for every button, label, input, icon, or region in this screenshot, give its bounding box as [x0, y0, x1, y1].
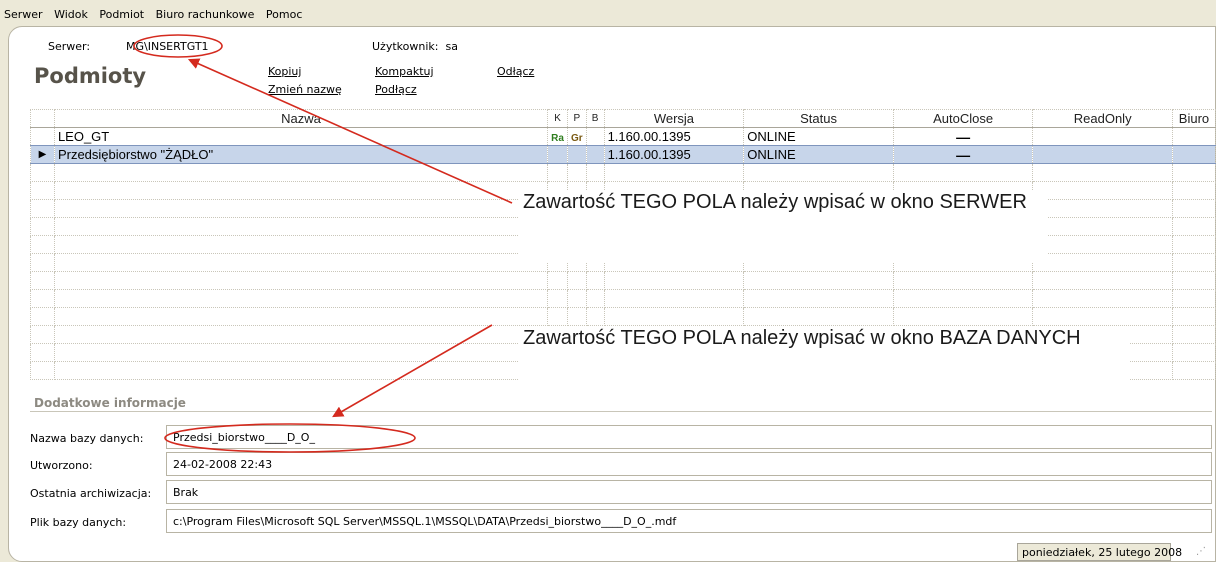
menu-podmiot[interactable]: Podmiot: [99, 8, 144, 21]
cell-autoclose: —: [892, 145, 1034, 164]
cell-p: [566, 145, 587, 164]
header-k[interactable]: K: [547, 109, 568, 128]
header-p[interactable]: P: [566, 109, 587, 128]
cell-nazwa: Przedsiębiorstwo "ŻĄDŁO": [53, 145, 549, 164]
cell-status: ONLINE: [743, 145, 894, 164]
plik-bazy-label: Plik bazy danych:: [30, 516, 127, 529]
user-value: sa: [445, 40, 458, 53]
zmien-nazwe-link[interactable]: Zmień nazwę: [268, 83, 342, 96]
row-indicator-arrow: ▶: [30, 145, 55, 164]
empty-row: [30, 289, 1216, 308]
table-row[interactable]: LEO_GT Ra Gr 1.160.00.1395 ONLINE —: [30, 127, 1216, 146]
utworzono-label: Utworzono:: [30, 459, 93, 472]
empty-row: [30, 163, 1216, 182]
header-b[interactable]: B: [585, 109, 605, 128]
cell-b: [585, 145, 605, 164]
kompaktuj-link[interactable]: Kompaktuj: [375, 65, 434, 78]
server-label: Serwer:: [48, 40, 91, 53]
utworzono-field[interactable]: 24-02-2008 22:43: [166, 452, 1212, 476]
menu-biuro[interactable]: Biuro rachunkowe: [156, 8, 255, 21]
header-autoclose[interactable]: AutoClose: [892, 109, 1034, 128]
empty-row: [30, 271, 1216, 290]
archiwizacja-field[interactable]: Brak: [166, 480, 1212, 504]
header-status[interactable]: Status: [743, 109, 894, 128]
cell-biuro: [1171, 127, 1216, 146]
cell-readonly: [1032, 145, 1173, 164]
empty-row: [30, 307, 1216, 326]
server-annotation: Zawartość TEGO POLA należy wpisać w okno…: [518, 190, 1048, 262]
cell-readonly: [1032, 127, 1173, 146]
odlacz-link[interactable]: Odłącz: [497, 65, 534, 78]
table-row-selected[interactable]: ▶ Przedsiębiorstwo "ŻĄDŁO" 1.160.00.1395…: [30, 145, 1216, 164]
podlacz-link[interactable]: Podłącz: [375, 83, 417, 96]
page-title: Podmioty: [34, 64, 147, 88]
menu-serwer[interactable]: Serwer: [4, 8, 43, 21]
cell-autoclose: —: [892, 127, 1034, 146]
kopiuj-link[interactable]: Kopiuj: [268, 65, 301, 78]
nazwa-bazy-field[interactable]: Przedsi_biorstwo____D_O_: [166, 425, 1212, 449]
header-wersja[interactable]: Wersja: [603, 109, 745, 128]
resize-grip-icon[interactable]: ⋰: [1196, 546, 1206, 557]
cell-nazwa: LEO_GT: [53, 127, 549, 146]
cell-biuro: [1171, 145, 1216, 164]
header-indicator: [30, 109, 55, 128]
header-readonly[interactable]: ReadOnly: [1032, 109, 1173, 128]
menu-widok[interactable]: Widok: [54, 8, 88, 21]
database-annotation: Zawartość TEGO POLA należy wpisać w okno…: [518, 326, 1130, 382]
cell-k: Ra: [547, 127, 568, 146]
cell-wersja: 1.160.00.1395: [603, 145, 745, 164]
badge-gr: Gr: [570, 133, 583, 144]
badge-ra: Ra: [551, 133, 564, 144]
cell-p: Gr: [566, 127, 587, 146]
archiwizacja-label: Ostatnia archiwizacja:: [30, 487, 152, 500]
table-header-row: Nazwa K P B Wersja Status AutoClose Read…: [30, 109, 1216, 128]
cell-wersja: 1.160.00.1395: [603, 127, 745, 146]
plik-bazy-field[interactable]: c:\Program Files\Microsoft SQL Server\MS…: [166, 509, 1212, 533]
row-indicator: [30, 127, 55, 146]
menu-pomoc[interactable]: Pomoc: [266, 8, 302, 21]
details-title: Dodatkowe informacje: [34, 396, 186, 410]
cell-k: [547, 145, 568, 164]
nazwa-bazy-label: Nazwa bazy danych:: [30, 432, 144, 445]
server-value: MG\INSERTGT1: [126, 40, 209, 53]
details-divider: [30, 411, 1212, 412]
cell-b: [585, 127, 605, 146]
user-label: Użytkownik: sa: [372, 40, 458, 53]
header-nazwa[interactable]: Nazwa: [53, 109, 549, 128]
cell-status: ONLINE: [743, 127, 894, 146]
status-date: poniedziałek, 25 lutego 2008: [1017, 543, 1182, 561]
header-biuro[interactable]: Biuro: [1171, 109, 1216, 128]
menu-bar: Serwer Widok Podmiot Biuro rachunkowe Po…: [0, 0, 1216, 26]
